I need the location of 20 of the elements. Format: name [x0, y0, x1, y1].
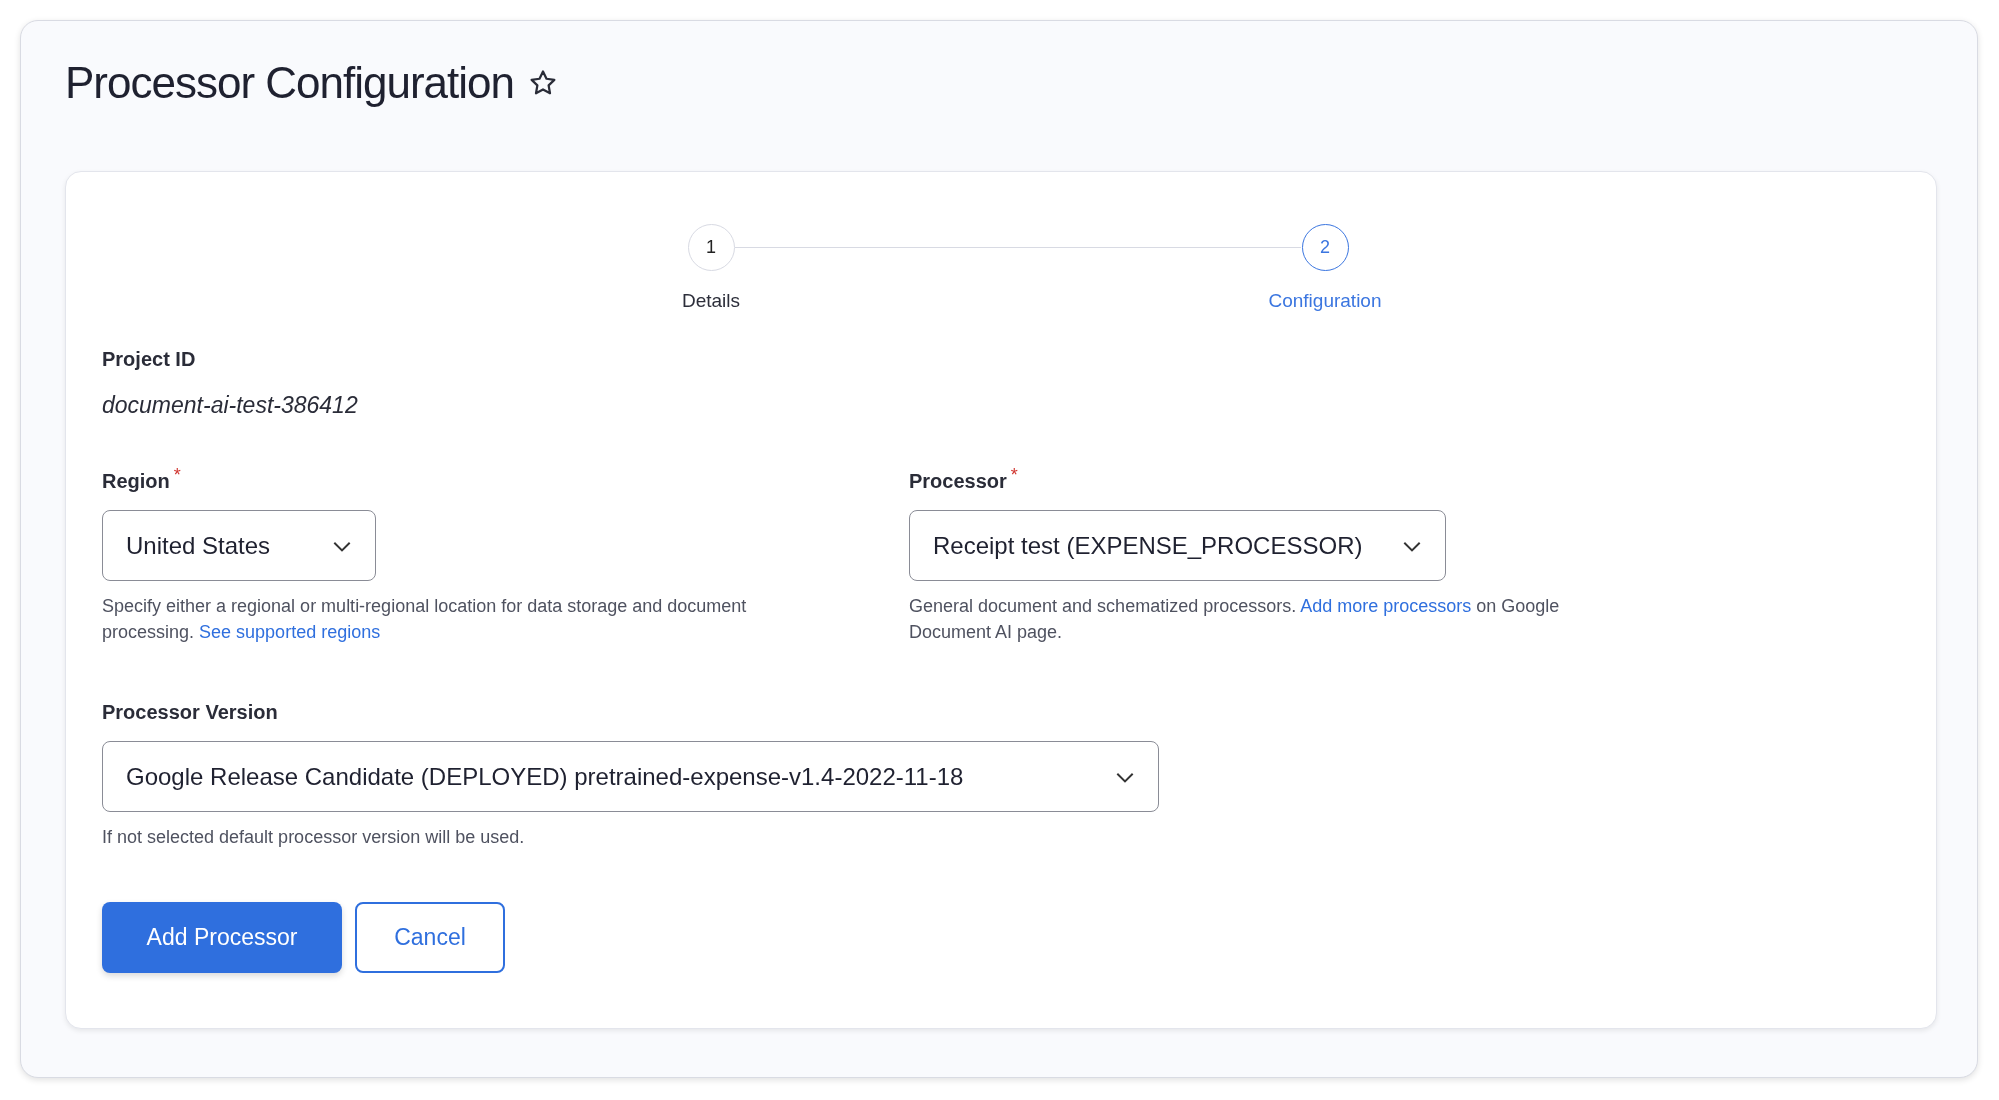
required-mark: * — [1010, 466, 1018, 484]
step-label: Details — [681, 289, 741, 313]
help-link[interactable]: See supported regions — [199, 622, 381, 642]
select-dropdown[interactable]: Google Release Candidate (DEPLOYED) pretrained-expense-v1.4-2022-11-18 — [102, 741, 1159, 812]
field-label: Project ID — [102, 346, 197, 372]
help-link[interactable]: Add more processors — [1300, 596, 1472, 616]
help-text: If not selected default processor version will be used. — [102, 826, 526, 849]
add-button[interactable]: Add Processor — [102, 902, 342, 973]
select-dropdown[interactable]: United States — [102, 510, 376, 581]
step-label: Configuration — [1268, 289, 1382, 313]
page-title: Processor Configuration — [65, 57, 514, 109]
required-mark: * — [173, 466, 181, 484]
cancel-button[interactable]: Cancel — [355, 902, 505, 973]
help-text: General document and schematized processors. Add more processors on Google Document AI page. — [909, 595, 1561, 644]
select-dropdown[interactable]: Receipt test (EXPENSE_PROCESSOR) — [909, 510, 1446, 581]
field-label: Region — [102, 469, 170, 494]
project-id-value: document-ai-test-386412 — [102, 390, 359, 420]
field-label: Processor — [909, 469, 1007, 494]
field-label: Processor Version — [102, 700, 278, 725]
help-text: Specify either a regional or multi-regional location for data storage and document processing. See supported regions — [102, 595, 748, 644]
